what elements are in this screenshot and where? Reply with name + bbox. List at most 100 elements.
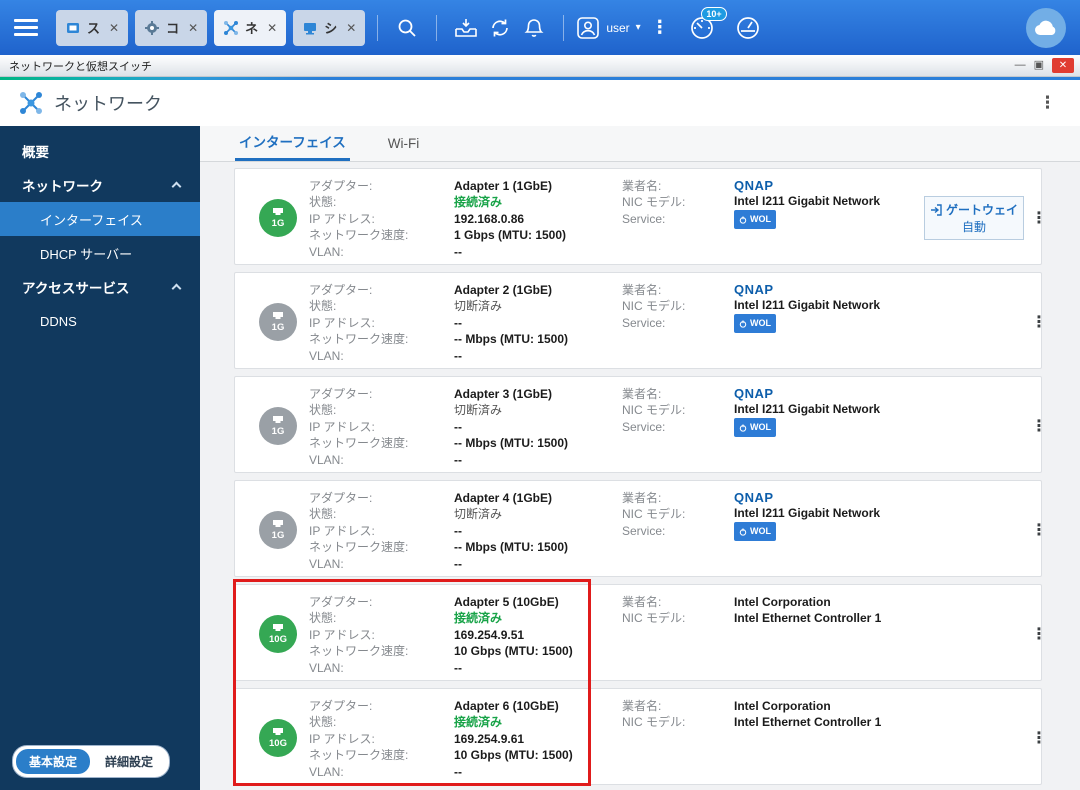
app-tab-network[interactable]: ネ ✕ [214, 9, 287, 46]
adapter-speed-badge: 1G [259, 303, 297, 342]
sync-icon[interactable] [483, 11, 517, 45]
adapter-list: 1G アダプター: 状態: IP アドレス: ネットワーク速度: VLAN: A… [200, 162, 1080, 790]
tab-interfaces[interactable]: インターフェイス [235, 126, 350, 161]
speed-badge-label: 10G [269, 737, 287, 749]
row-menu-button[interactable]: ⋮ [1027, 310, 1051, 334]
wol-badge: WOL [734, 314, 776, 333]
wol-badge: WOL [734, 210, 776, 229]
header-more-options-icon[interactable]: ⋮ [1033, 93, 1062, 113]
speed-badge-label: 1G [271, 321, 285, 333]
sidebar: 概要 ネットワーク インターフェイス DHCP サーバー アクセスサービス DD… [0, 126, 200, 790]
close-icon[interactable]: ✕ [188, 21, 198, 35]
sidebar-item-interfaces[interactable]: インターフェイス [0, 202, 200, 236]
adapter-card: 1G アダプター: 状態: IP アドレス: ネットワーク速度: VLAN: A… [234, 480, 1047, 577]
sidebar-group-network[interactable]: ネットワーク [0, 168, 200, 202]
storage-icon [65, 20, 81, 36]
maximize-icon[interactable]: ▣ [1034, 60, 1044, 71]
resource-monitor-button[interactable] [735, 15, 761, 41]
label-nic: NIC モデル: [622, 299, 686, 314]
settings-mode-toggle: 基本設定 詳細設定 [12, 745, 171, 778]
divider [436, 14, 438, 41]
label-ip: IP アドレス: [309, 627, 375, 642]
label-status: 状態: [309, 507, 337, 522]
sidebar-item-label: インターフェイス [40, 212, 143, 228]
network-icon [223, 20, 239, 36]
gateway-value: 自動 [961, 220, 986, 235]
speed-badge-label: 1G [271, 425, 285, 437]
sidebar-item-overview[interactable]: 概要 [0, 134, 200, 168]
sidebar-item-label: 概要 [22, 145, 49, 160]
more-options-icon[interactable]: ⋮ [641, 17, 679, 38]
background-tasks-icon[interactable] [449, 11, 483, 45]
adapter-status: 切断済み [454, 299, 503, 314]
app-tab-system[interactable]: シ ✕ [293, 9, 366, 46]
gateway-label: ゲートウェイ [946, 203, 1019, 218]
app-tab-control[interactable]: コ ✕ [135, 9, 208, 46]
window-title: ネットワークと仮想スイッチ [9, 60, 152, 73]
notifications-bell-icon[interactable] [517, 11, 551, 45]
label-speed: ネットワーク速度: [309, 644, 409, 659]
row-menu-button[interactable]: ⋮ [1027, 414, 1051, 438]
speed-badge-label: 1G [271, 217, 285, 229]
row-menu-button[interactable]: ⋮ [1027, 622, 1051, 646]
sidebar-item-ddns[interactable]: DDNS [0, 304, 200, 338]
adapter-speed: -- Mbps (MTU: 1500) [454, 436, 568, 451]
main-menu-icon[interactable] [14, 19, 38, 36]
label-nic: NIC モデル: [622, 715, 686, 730]
adapter-speed-badge: 1G [259, 199, 297, 238]
label-status: 状態: [309, 195, 337, 210]
adapter-speed: 10 Gbps (MTU: 1500) [454, 644, 573, 659]
app-tab-label: シ [324, 21, 338, 36]
row-menu-button[interactable]: ⋮ [1027, 206, 1051, 230]
adapter-ip: 169.254.9.61 [454, 731, 525, 746]
label-adapter: アダプター: [309, 283, 373, 297]
vendor-logo: QNAP [734, 178, 774, 193]
basic-settings-button[interactable]: 基本設定 [16, 749, 91, 774]
wol-badge: WOL [734, 522, 776, 541]
chevron-up-icon [171, 283, 182, 294]
label-vendor: 業者名: [622, 179, 662, 193]
adapter-status: 接続済み [454, 715, 503, 730]
divider [563, 14, 565, 41]
row-menu-button[interactable]: ⋮ [1027, 518, 1051, 542]
sidebar-group-access-services[interactable]: アクセスサービス [0, 270, 200, 304]
label-vendor: 業者名: [622, 595, 662, 609]
close-icon[interactable]: ✕ [346, 21, 356, 35]
main-content: インターフェイス Wi-Fi 1G アダプター: 状態: IP アドレス: ネッ… [200, 126, 1080, 790]
dashboard-button[interactable]: 10+ [689, 6, 727, 41]
adapter-ip: 192.168.0.86 [454, 211, 525, 226]
adapter-speed-badge: 1G [259, 407, 297, 446]
user-menu[interactable]: user ▾ [576, 16, 641, 40]
nic-model: Intel I211 Gigabit Network [734, 194, 881, 208]
minimize-icon[interactable]: — [1015, 60, 1026, 71]
close-window-icon[interactable]: ✕ [1052, 58, 1074, 73]
vendor-logo: QNAP [734, 490, 774, 505]
adapter-ip: -- [454, 315, 462, 330]
advanced-settings-button[interactable]: 詳細設定 [92, 749, 166, 774]
close-icon[interactable]: ✕ [109, 21, 119, 35]
notification-count-badge: 10+ [701, 6, 727, 21]
adapter-speed-badge: 10G [259, 719, 297, 758]
label-ip: IP アドレス: [309, 419, 375, 434]
row-menu-button[interactable]: ⋮ [1027, 726, 1051, 750]
gateway-icon [930, 203, 942, 216]
vendor-logo: QNAP [734, 386, 774, 401]
app-tab-label: ネ [245, 21, 259, 36]
search-icon[interactable] [390, 11, 424, 45]
label-status: 状態: [309, 611, 337, 626]
label-vlan: VLAN: [309, 764, 344, 779]
adapter-status: 切断済み [454, 403, 503, 418]
close-icon[interactable]: ✕ [267, 21, 277, 35]
label-status: 状態: [309, 715, 337, 730]
adapter-status: 切断済み [454, 507, 503, 522]
adapter-name: Adapter 5 (10GbE) [454, 595, 559, 609]
nic-model: Intel I211 Gigabit Network [734, 298, 881, 312]
app-tab-storage[interactable]: ス ✕ [56, 9, 129, 46]
adapter-speed: 1 Gbps (MTU: 1500) [454, 228, 567, 243]
cloud-icon[interactable] [1026, 7, 1066, 48]
label-service: Service: [622, 523, 666, 538]
tab-wifi[interactable]: Wi-Fi [384, 128, 423, 161]
sidebar-item-dhcp-server[interactable]: DHCP サーバー [0, 236, 200, 270]
gateway-button[interactable]: ゲートウェイ 自動 [924, 196, 1024, 241]
label-nic: NIC モデル: [622, 403, 686, 418]
